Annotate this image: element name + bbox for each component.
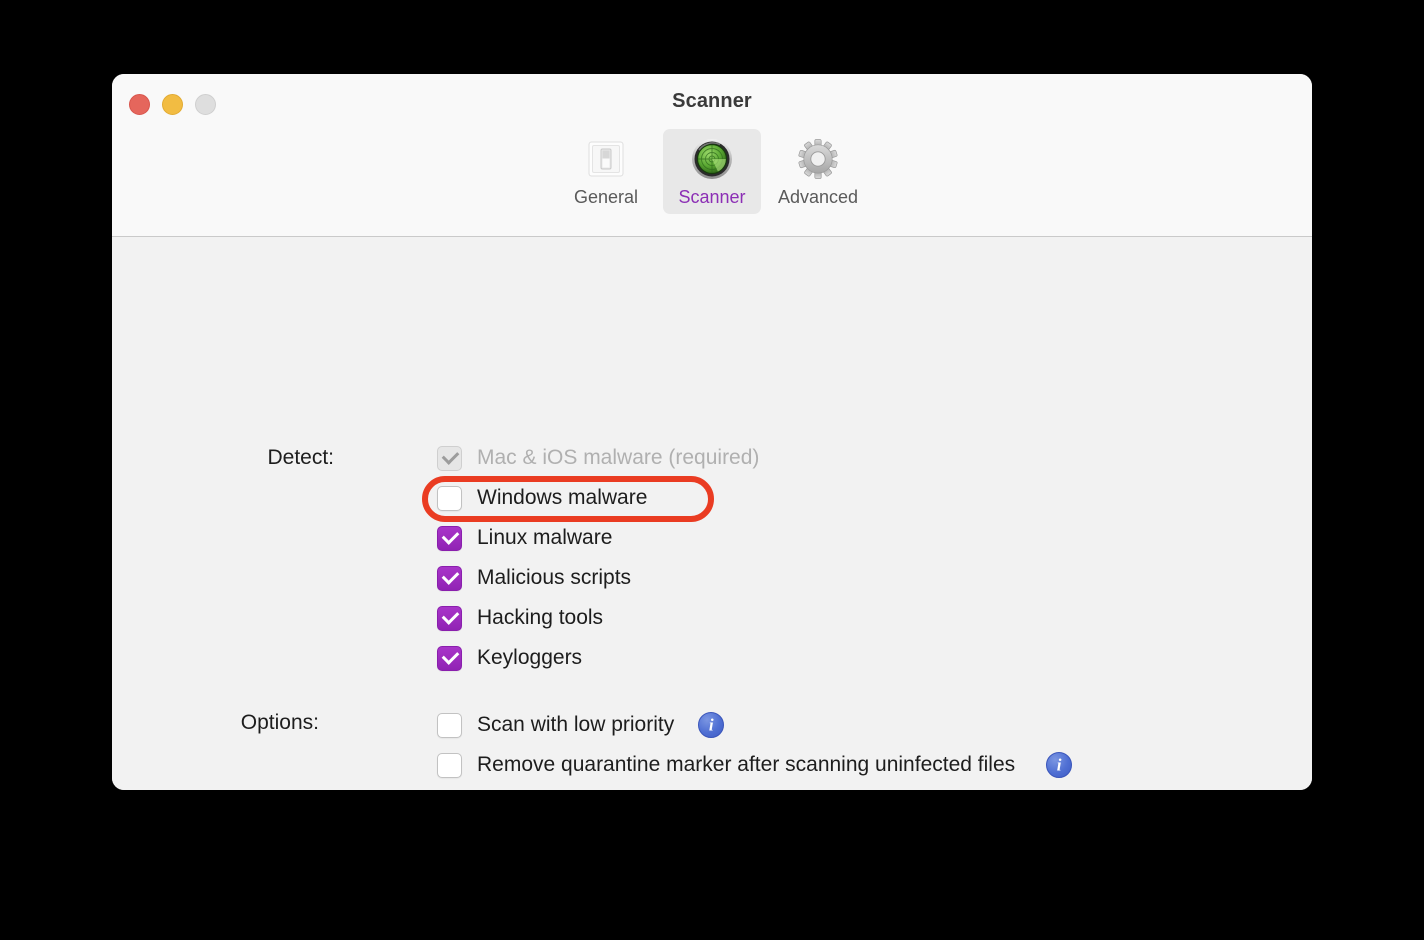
options-row-remove-quarantine[interactable]: Remove quarantine marker after scanning … [437, 751, 1073, 779]
detect-section-label: Detect: [267, 446, 334, 469]
gear-icon [796, 137, 840, 181]
checkbox-hacking-tools-label: Hacking tools [477, 606, 604, 629]
tab-advanced-label: Advanced [777, 187, 859, 207]
info-icon-remove-quarantine[interactable]: i [1046, 752, 1073, 778]
detect-row-linux-malware[interactable]: Linux malware [437, 524, 612, 552]
checkbox-keyloggers[interactable] [437, 645, 462, 671]
info-icon-glyph: i [708, 715, 714, 734]
detect-row-mac-ios-malware: Mac & iOS malware (required) [437, 444, 759, 472]
checkbox-remove-quarantine[interactable] [437, 752, 462, 778]
detect-row-windows-malware[interactable]: Windows malware [437, 484, 647, 512]
checkbox-windows-malware[interactable] [437, 485, 462, 511]
info-icon-scan-low-priority[interactable]: i [698, 712, 725, 738]
tab-general-label: General [573, 187, 639, 207]
checkbox-remove-quarantine-label: Remove quarantine marker after scanning … [477, 753, 1016, 776]
window-title: Scanner [672, 90, 752, 112]
window-titlebar: Scanner General Scanner Advanced [112, 74, 1312, 237]
checkbox-scan-low-priority[interactable] [437, 712, 462, 738]
detect-row-hacking-tools[interactable]: Hacking tools [437, 604, 603, 632]
tab-scanner-label: Scanner [678, 187, 746, 207]
radar-icon [690, 137, 734, 181]
checkbox-malicious-scripts-label: Malicious scripts [477, 566, 632, 589]
checkbox-malicious-scripts[interactable] [437, 565, 462, 591]
preferences-toolbar: General Scanner Advanced [112, 129, 1312, 214]
scanner-settings-pane: Detect: Mac & iOS malware (required) Win… [112, 237, 1312, 790]
checkbox-linux-malware-label: Linux malware [477, 526, 613, 549]
checkbox-mac-ios-malware [437, 445, 462, 471]
checkbox-keyloggers-label: Keyloggers [477, 646, 583, 669]
info-icon-glyph: i [1056, 755, 1062, 774]
checkbox-windows-malware-label: Windows malware [477, 486, 648, 509]
options-row-scan-low-priority[interactable]: Scan with low priority i [437, 711, 725, 739]
checkbox-scan-low-priority-label: Scan with low priority [477, 713, 675, 736]
scanner-preferences-window: Scanner General Scanner Advanced Detect:… [112, 74, 1312, 790]
checkbox-linux-malware[interactable] [437, 525, 462, 551]
tab-scanner[interactable]: Scanner [663, 129, 761, 214]
checkbox-hacking-tools[interactable] [437, 605, 462, 631]
light-switch-icon [584, 137, 628, 181]
tab-general[interactable]: General [557, 129, 655, 214]
tab-advanced[interactable]: Advanced [769, 129, 867, 214]
checkbox-mac-ios-malware-label: Mac & iOS malware (required) [477, 446, 760, 469]
detect-row-malicious-scripts[interactable]: Malicious scripts [437, 564, 631, 592]
detect-row-keyloggers[interactable]: Keyloggers [437, 644, 582, 672]
options-section-label: Options: [240, 711, 319, 734]
